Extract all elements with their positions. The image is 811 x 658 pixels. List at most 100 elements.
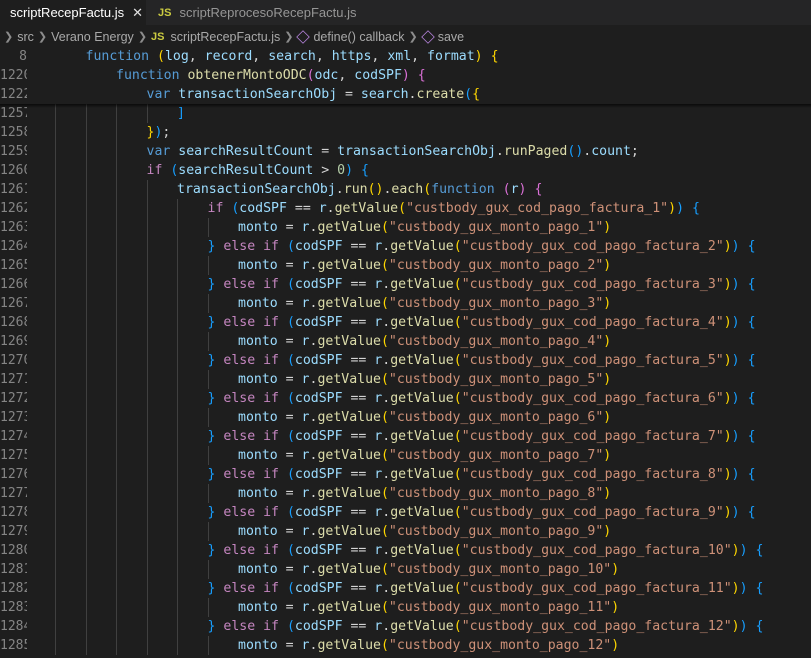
code-line[interactable]: 1284} else if (codSPF == r.getValue("cus… [0, 617, 811, 636]
indent-guide [207, 636, 209, 655]
code-line[interactable]: 1264} else if (codSPF == r.getValue("cus… [0, 237, 811, 256]
code-line[interactable]: 1266} else if (codSPF == r.getValue("cus… [0, 275, 811, 294]
indent-guide [85, 541, 87, 560]
indent-guide [116, 541, 117, 560]
indent-guide [85, 636, 87, 655]
indent-guide [116, 256, 117, 275]
indent-guide [85, 142, 87, 161]
code-line[interactable]: 1262 if (codSPF == r.getValue("custbody_g… [0, 199, 811, 218]
code-line[interactable]: 1283 monto = r.getValue("custbody_gux_mon… [0, 598, 811, 617]
tab-scriptrecepfactu[interactable]: scriptRecepFactu.js ✕ [0, 0, 146, 25]
indent-guide [85, 351, 87, 370]
sticky-scroll-line[interactable]: 1220 function obtenerMontoODC(odc, codSPF… [0, 66, 811, 85]
indent-guide [55, 313, 56, 332]
line-number: 1279 [0, 524, 27, 539]
indent-guide [116, 522, 117, 541]
sticky-scroll-line[interactable]: 1222 var transactionSearchObj = search.cr… [0, 85, 811, 104]
indent-guide [116, 294, 117, 313]
code-line[interactable]: 1260 if (searchResultCount > 0) { [0, 161, 811, 180]
tab-label: scriptRecepFactu.js [10, 5, 125, 20]
code-line[interactable]: 1275 monto = r.getValue("custbody_gux_mon… [0, 446, 811, 465]
symbol-method-icon [420, 29, 435, 44]
line-number: 1283 [0, 600, 27, 615]
indent-guide [85, 560, 87, 579]
line-number: 1276 [0, 467, 27, 482]
code-line[interactable]: 1279 monto = r.getValue("custbody_gux_mon… [0, 522, 811, 541]
code-text: monto = r.getValue("custbody_gux_monto_p… [238, 524, 612, 539]
code-line[interactable]: 1271 monto = r.getValue("custbody_gux_mon… [0, 370, 811, 389]
javascript-file-icon: JS [151, 30, 165, 43]
indent-guide [85, 598, 87, 617]
code-line[interactable]: 1282} else if (codSPF == r.getValue("cus… [0, 579, 811, 598]
code-line[interactable]: 1268} else if (codSPF == r.getValue("cus… [0, 313, 811, 332]
code-text: monto = r.getValue("custbody_gux_monto_p… [238, 600, 620, 615]
indent-guide [116, 180, 117, 199]
code-line[interactable]: 1265 monto = r.getValue("custbody_gux_mon… [0, 256, 811, 275]
line-number: 1273 [0, 410, 27, 425]
tab-label: scriptReprocesoRecepFactu.js [179, 5, 357, 20]
indent-guide [177, 560, 178, 579]
code-line[interactable]: 1280} else if (codSPF == r.getValue("cus… [0, 541, 811, 560]
indent-guide [85, 199, 87, 218]
code-line[interactable]: 1263 monto = r.getValue("custbody_gux_mon… [0, 218, 811, 237]
indent-guide [85, 218, 87, 237]
indent-guide [146, 560, 148, 579]
indent-guide [177, 237, 178, 256]
indent-guide [116, 123, 117, 142]
indent-guide [177, 408, 178, 427]
line-number: 1265 [0, 258, 27, 273]
indent-guide [146, 275, 148, 294]
sticky-scroll-line[interactable]: 8 function (log, record, search, https, x… [0, 47, 811, 66]
code-editor[interactable]: 8 function (log, record, search, https, x… [0, 47, 811, 658]
code-text: function (log, record, search, https, xm… [85, 49, 499, 64]
code-line[interactable]: 1277 monto = r.getValue("custbody_gux_mon… [0, 484, 811, 503]
indent-guide [85, 237, 87, 256]
code-line[interactable]: 1276} else if (codSPF == r.getValue("cus… [0, 465, 811, 484]
code-line[interactable]: 1273 monto = r.getValue("custbody_gux_mon… [0, 408, 811, 427]
tab-scriptreprocesorecepfactu[interactable]: JS scriptReprocesoRecepFactu.js [146, 0, 366, 25]
code-line[interactable]: 1258}); [0, 123, 811, 142]
breadcrumb-item-src[interactable]: src [17, 30, 34, 44]
code-line[interactable]: 1285 monto = r.getValue("custbody_gux_mon… [0, 636, 811, 655]
code-text: } else if (codSPF == r.getValue("custbod… [207, 581, 764, 596]
line-number: 1258 [0, 125, 27, 140]
code-line[interactable]: 1272} else if (codSPF == r.getValue("cus… [0, 389, 811, 408]
code-text: } else if (codSPF == r.getValue("custbod… [207, 239, 756, 254]
breadcrumb-item-folder[interactable]: Verano Energy [51, 30, 134, 44]
indent-guide [55, 161, 56, 180]
indent-guide [116, 617, 117, 636]
indent-guide [116, 237, 117, 256]
line-number: 1263 [0, 220, 27, 235]
code-line[interactable]: 1267 monto = r.getValue("custbody_gux_mon… [0, 294, 811, 313]
indent-guide [177, 598, 178, 617]
indent-guide [55, 484, 56, 503]
code-line[interactable]: 1269 monto = r.getValue("custbody_gux_mon… [0, 332, 811, 351]
indent-guide [116, 465, 117, 484]
code-line[interactable]: 1270} else if (codSPF == r.getValue("cus… [0, 351, 811, 370]
code-line[interactable]: 1261 transactionSearchObj.run().each(func… [0, 180, 811, 199]
code-line[interactable]: 1274} else if (codSPF == r.getValue("cus… [0, 427, 811, 446]
indent-guide [85, 427, 87, 446]
code-text: monto = r.getValue("custbody_gux_monto_p… [238, 220, 612, 235]
code-text: }); [146, 125, 171, 140]
line-number: 1260 [0, 163, 27, 178]
indent-guide [207, 408, 209, 427]
indent-guide [116, 484, 117, 503]
indent-guide [177, 275, 178, 294]
breadcrumb-item-save[interactable]: save [438, 30, 464, 44]
indent-guide [55, 560, 56, 579]
line-number: 8 [19, 49, 27, 64]
indent-guide [146, 636, 148, 655]
indent-guide [116, 313, 117, 332]
code-line[interactable]: 1259 var searchResultCount = transactionS… [0, 142, 811, 161]
breadcrumb-item-callback[interactable]: define() callback [313, 30, 404, 44]
breadcrumb-item-file[interactable]: scriptRecepFactu.js [171, 30, 281, 44]
indent-guide [146, 484, 148, 503]
indent-guide [55, 218, 56, 237]
code-line[interactable]: 1281 monto = r.getValue("custbody_gux_mon… [0, 560, 811, 579]
close-icon[interactable]: ✕ [132, 5, 143, 21]
chevron-right-icon: ❯ [284, 31, 294, 43]
indent-guide [146, 294, 148, 313]
code-line[interactable]: 1278} else if (codSPF == r.getValue("cus… [0, 503, 811, 522]
line-number: 1277 [0, 486, 27, 501]
